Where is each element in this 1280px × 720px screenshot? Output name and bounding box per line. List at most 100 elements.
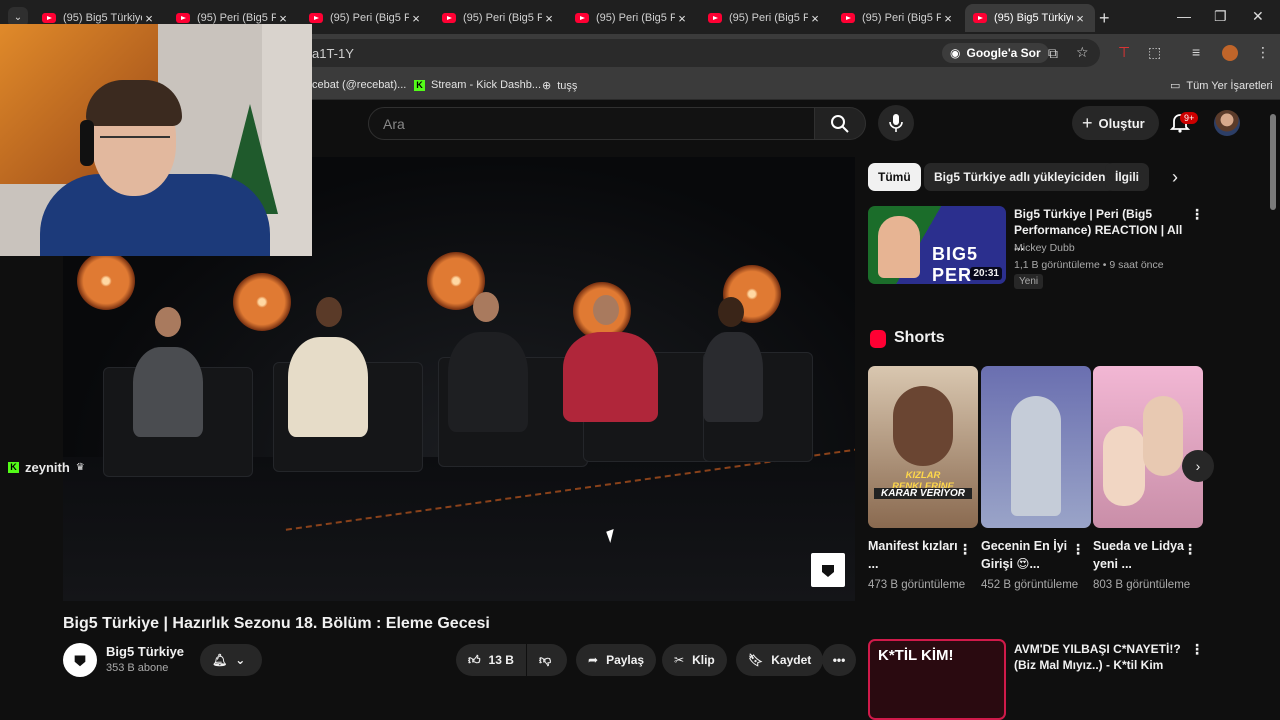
dislike-button[interactable]: 👎︎	[527, 644, 567, 676]
like-button[interactable]: 👍︎ 13 B	[456, 644, 526, 676]
page-scrollbar[interactable]	[1266, 100, 1280, 680]
tab-title: (95) Big5 Türkiye	[63, 12, 142, 24]
short-thumbnail[interactable]	[1093, 366, 1203, 528]
recommended-title[interactable]: AVM'DE YILBAŞI C*NAYETİ!? (Biz Mal Mıyız…	[1014, 641, 1184, 673]
short-thumbnail[interactable]: KIZLAR RENKLERİNE KARAR VERİYOR	[868, 366, 978, 528]
close-tab-icon[interactable]: ×	[1073, 11, 1087, 26]
minimize-icon[interactable]: —	[1177, 8, 1191, 24]
thumbnail-face	[878, 216, 920, 278]
voice-search-button[interactable]	[878, 105, 914, 141]
chip-all[interactable]: Tümü	[868, 163, 921, 191]
short-title[interactable]: Sueda ve Lidya yeni ...	[1093, 537, 1188, 573]
scissors-icon: ✂	[674, 653, 685, 667]
subscription-bell-button[interactable]: 🔔︎ ⌄	[200, 644, 262, 676]
thumbs-up-icon: 👍︎	[468, 652, 481, 667]
stage-lamp	[233, 273, 291, 331]
channel-avatar[interactable]	[63, 643, 97, 677]
panelist	[288, 337, 368, 437]
big5-logo-icon	[74, 655, 86, 667]
bookmark-item[interactable]: K Stream - Kick Dashb...	[414, 79, 541, 91]
shorts-heading: Shorts	[894, 329, 945, 346]
account-avatar[interactable]	[1214, 110, 1240, 136]
tab-title: (95) Peri (Big5 Pe	[197, 12, 276, 24]
headset	[80, 120, 94, 166]
bell-icon: 🔔︎	[212, 653, 228, 667]
streamer-hair	[86, 80, 182, 126]
big5-logo-icon	[822, 565, 834, 577]
kick-icon: K	[8, 462, 19, 473]
recommended-thumbnail[interactable]: BIG5 PER 20:31	[868, 206, 1006, 284]
panelist-head	[316, 297, 342, 327]
browser-tab[interactable]: (95) Peri (Big5 Pe ×	[301, 4, 431, 32]
close-tab-icon[interactable]: ×	[409, 11, 423, 26]
youtube-favicon-icon	[42, 13, 56, 23]
channel-watermark[interactable]	[811, 553, 845, 587]
new-badge: Yeni	[1014, 274, 1044, 289]
shorts-next-button[interactable]: ›	[1182, 450, 1214, 482]
more-options-icon[interactable]: ⋮	[1183, 541, 1197, 558]
badge-icon: ♛	[75, 462, 85, 473]
tab-title: (95) Big5 Türkiye	[994, 12, 1073, 24]
chevron-right-icon[interactable]: ›	[1172, 167, 1178, 188]
extensions-puzzle-icon[interactable]: ⬚	[1148, 44, 1161, 61]
more-options-icon[interactable]: ⋮	[1190, 206, 1204, 223]
shorts-icon	[870, 330, 886, 348]
media-control-icon[interactable]: ≡	[1192, 44, 1200, 60]
url-text: a1T-1Y	[312, 46, 354, 61]
thumbnail-text: K*TİL KİM!	[878, 647, 954, 664]
close-tab-icon[interactable]: ×	[941, 11, 955, 26]
short-views: 473 B görüntüleme	[868, 579, 966, 591]
bookmark-item[interactable]: cebat (@recebat)...	[312, 79, 406, 91]
address-bar[interactable]: a1T-1Y ◉ Google'a Sor ⧉ ☆	[300, 39, 1100, 67]
more-options-icon[interactable]: ⋮	[1190, 641, 1204, 658]
share-button[interactable]: ➦ Paylaş	[576, 644, 657, 676]
bookmark-star-icon[interactable]: ☆	[1076, 44, 1089, 61]
stage-lamp	[77, 252, 135, 310]
thumbnail-figure	[1011, 396, 1061, 516]
close-tab-icon[interactable]: ×	[675, 11, 689, 26]
maximize-icon[interactable]: ❐	[1214, 8, 1227, 25]
new-tab-button[interactable]: +	[1099, 8, 1110, 29]
short-thumbnail[interactable]	[981, 366, 1091, 528]
short-title[interactable]: Gecenin En İyi Girişi 😍...	[981, 537, 1076, 573]
youtube-favicon-icon	[309, 13, 323, 23]
browser-tab[interactable]: (95) Big5 Türkiye ×	[965, 4, 1095, 32]
extension-icon[interactable]: ⊤	[1118, 44, 1130, 61]
browser-tab[interactable]: (95) Peri (Big5 Pe ×	[567, 4, 697, 32]
all-bookmarks-button[interactable]: ▭ Tüm Yer İşaretleri	[1170, 79, 1273, 93]
plus-icon: +	[1082, 112, 1093, 133]
more-options-icon[interactable]: ⋮	[1071, 541, 1085, 558]
save-button[interactable]: 🔖︎ Kaydet	[736, 644, 824, 676]
recommended-channel[interactable]: Mickey Dubb	[1014, 242, 1075, 254]
short-title[interactable]: Manifest kızları ...	[868, 537, 963, 573]
chip-related[interactable]: İlgili	[1105, 163, 1149, 191]
create-button[interactable]: + Oluştur	[1072, 106, 1159, 140]
youtube-favicon-icon	[841, 13, 855, 23]
youtube-favicon-icon	[973, 13, 987, 23]
browser-tab[interactable]: (95) Peri (Big5 Pe ×	[434, 4, 564, 32]
scrollbar-thumb[interactable]	[1270, 114, 1276, 210]
install-app-icon[interactable]: ⧉	[1048, 45, 1058, 62]
profile-avatar[interactable]	[1222, 45, 1238, 61]
bookmark-item[interactable]: ⊕ tuşş	[542, 79, 577, 93]
browser-tab[interactable]: (95) Peri (Big5 Pe ×	[700, 4, 830, 32]
close-tab-icon[interactable]: ×	[808, 11, 822, 26]
chrome-menu-icon[interactable]: ⋮	[1256, 44, 1270, 61]
glasses	[100, 136, 170, 154]
close-window-icon[interactable]: ✕	[1252, 8, 1264, 25]
google-ask-button[interactable]: ◉ Google'a Sor	[942, 43, 1049, 63]
recommended-thumbnail[interactable]: K*TİL KİM!	[868, 639, 1006, 720]
search-input[interactable]: Ara	[368, 107, 815, 140]
thumbnail-figure	[1143, 396, 1183, 476]
chat-user-label: K zeynith ♛	[8, 460, 85, 475]
folder-icon: ▭	[1170, 80, 1181, 92]
tab-title: (95) Peri (Big5 Pe	[729, 12, 808, 24]
browser-tab[interactable]: (95) Peri (Big5 Pe ×	[833, 4, 963, 32]
close-tab-icon[interactable]: ×	[542, 11, 556, 26]
more-options-icon[interactable]: ⋮	[958, 541, 972, 558]
clip-button[interactable]: ✂ Klip	[662, 644, 727, 676]
channel-name[interactable]: Big5 Türkiye	[106, 644, 184, 659]
more-actions-button[interactable]: •••	[822, 644, 856, 676]
search-button[interactable]	[814, 107, 866, 140]
chip-from-uploader[interactable]: Big5 Türkiye adlı yükleyiciden	[924, 163, 1116, 191]
